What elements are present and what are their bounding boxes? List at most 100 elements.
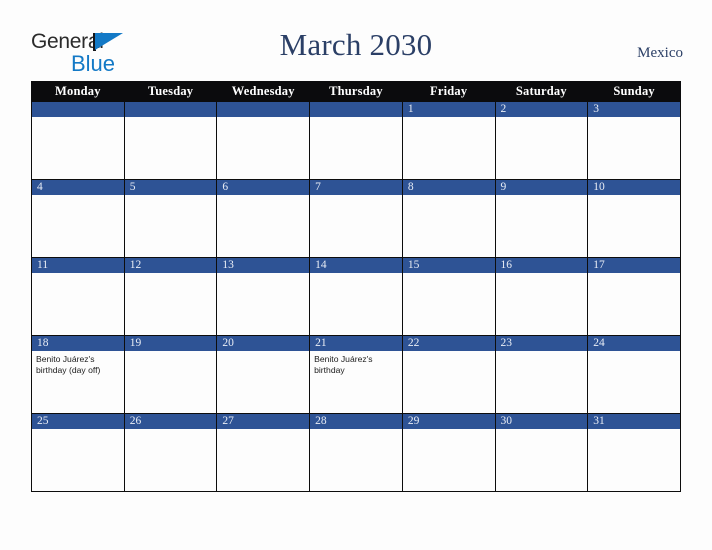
calendar-day-cell[interactable]: 18 Benito Juárez's birthday (day off) [31,335,125,414]
day-number: 18 [32,336,124,351]
calendar-day-cell[interactable]: 9 [494,179,589,258]
day-number: 11 [32,258,124,273]
day-content [217,117,309,178]
day-number: 31 [588,414,680,429]
day-content [403,195,495,256]
calendar-week-row: 4 5 6 7 8 9 10 [31,179,681,258]
day-content [32,273,124,334]
day-content [403,429,495,490]
day-number [217,102,310,117]
day-content [310,273,402,334]
calendar-empty-cell[interactable] [31,101,125,180]
calendar-day-cell[interactable]: 26 [123,413,218,492]
calendar-empty-cell[interactable] [216,101,311,180]
calendar-day-cell[interactable]: 24 [587,335,681,414]
calendar-day-cell[interactable]: 1 [401,101,496,180]
day-content [496,195,588,256]
day-content [496,117,588,178]
calendar-day-cell[interactable]: 27 [216,413,311,492]
calendar-day-cell[interactable]: 22 [401,335,496,414]
weekday-header-friday: Friday [401,81,496,102]
day-number: 27 [217,414,310,429]
day-content [403,117,495,178]
day-number: 28 [310,414,402,429]
day-content [310,195,402,256]
day-number: 19 [124,336,217,351]
calendar-week-row: 11 12 13 14 15 16 17 [31,257,681,336]
day-number: 3 [588,102,680,117]
day-content [588,429,680,490]
calendar-day-cell[interactable]: 11 [31,257,125,336]
day-number: 30 [495,414,588,429]
day-number: 22 [402,336,495,351]
region-label: Mexico [637,45,683,61]
calendar-empty-cell[interactable] [309,101,403,180]
day-content [217,351,309,412]
calendar-day-cell[interactable]: 10 [587,179,681,258]
day-content [310,429,402,490]
calendar-day-cell[interactable]: 15 [401,257,496,336]
calendar-day-cell[interactable]: 21 Benito Juárez's birthday [309,335,403,414]
page-title: March 2030 [279,27,433,62]
day-number: 10 [588,180,680,195]
calendar-day-cell[interactable]: 16 [494,257,589,336]
weekday-header-row: Monday Tuesday Wednesday Thursday Friday Satu… [31,81,681,102]
calendar-day-cell[interactable]: 6 [216,179,311,258]
calendar-day-cell[interactable]: 2 [494,101,589,180]
day-number: 25 [32,414,124,429]
calendar-body: 1 2 3 4 5 6 7 8 9 10 11 12 13 14 15 16 17 18 Benito Juárez… [31,101,681,492]
day-content [125,273,217,334]
holiday-event-label: Benito Juárez's birthday [314,354,373,375]
day-content: Benito Juárez's birthday (day off) [32,351,124,412]
calendar-day-cell[interactable]: 12 [123,257,218,336]
day-content [588,117,680,178]
day-content [217,273,309,334]
calendar-day-cell[interactable]: 30 [494,413,589,492]
day-number: 6 [217,180,310,195]
calendar-day-cell[interactable]: 8 [401,179,496,258]
calendar-week-row: 25 26 27 28 29 30 31 [31,413,681,492]
day-content [125,351,217,412]
calendar-empty-cell[interactable] [123,101,218,180]
calendar-day-cell[interactable]: 5 [123,179,218,258]
calendar-day-cell[interactable]: 13 [216,257,311,336]
weekday-header-sunday: Sunday [587,81,681,102]
day-content [403,351,495,412]
day-number: 5 [124,180,217,195]
day-number: 9 [495,180,588,195]
calendar-day-cell[interactable]: 31 [587,413,681,492]
day-number: 1 [402,102,495,117]
calendar-day-cell[interactable]: 20 [216,335,311,414]
calendar-day-cell[interactable]: 7 [309,179,403,258]
weekday-header-tuesday: Tuesday [123,81,218,102]
weekday-header-thursday: Thursday [309,81,403,102]
calendar-day-cell[interactable]: 28 [309,413,403,492]
calendar-day-cell[interactable]: 23 [494,335,589,414]
day-content [310,117,402,178]
day-number: 23 [495,336,588,351]
calendar-day-cell[interactable]: 29 [401,413,496,492]
day-content [588,195,680,256]
calendar-day-cell[interactable]: 14 [309,257,403,336]
day-content [32,117,124,178]
calendar-grid: Monday Tuesday Wednesday Thursday Friday Satu… [31,81,681,492]
day-number: 29 [402,414,495,429]
day-number: 8 [402,180,495,195]
weekday-header-monday: Monday [31,81,125,102]
calendar-week-row: 123 [31,101,681,180]
day-content [496,351,588,412]
day-number [32,102,124,117]
calendar-day-cell[interactable]: 19 [123,335,218,414]
calendar-week-row: 18 Benito Juárez's birthday (day off) 19 20… [31,335,681,414]
day-number: 14 [310,258,402,273]
day-number: 17 [588,258,680,273]
calendar-day-cell[interactable]: 25 [31,413,125,492]
day-content [217,429,309,490]
day-number: 20 [217,336,310,351]
calendar-day-cell[interactable]: 3 [587,101,681,180]
day-number: 2 [495,102,588,117]
calendar-day-cell[interactable]: 17 [587,257,681,336]
day-content: Benito Juárez's birthday [310,351,402,412]
weekday-header-wednesday: Wednesday [216,81,311,102]
calendar-day-cell[interactable]: 4 [31,179,125,258]
